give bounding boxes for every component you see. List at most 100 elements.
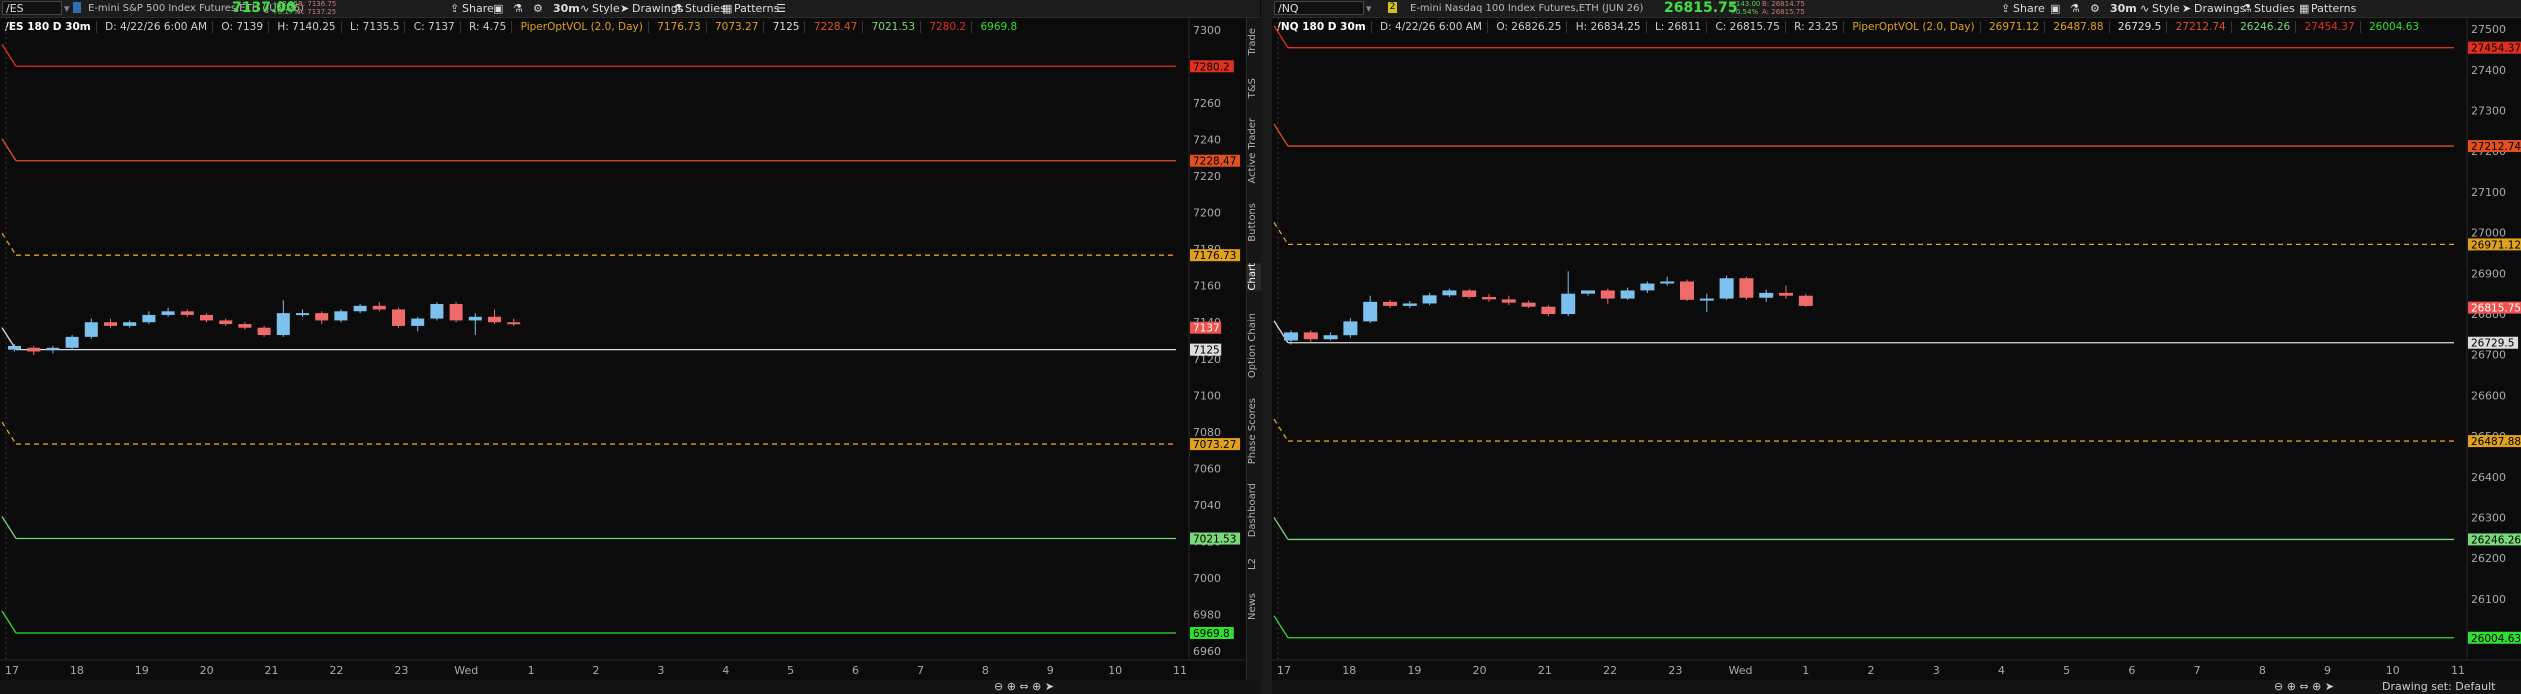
level-tag-label: 26487.88 — [2471, 436, 2521, 448]
sidebar-tab-buttons[interactable]: Buttons — [1247, 203, 1262, 242]
cursor-icon[interactable]: ➤ — [620, 0, 629, 17]
sidebar-tab-active-trader[interactable]: Active Trader — [1247, 118, 1262, 184]
candle-body — [257, 327, 271, 336]
cursor-icon[interactable]: ➤ — [2182, 0, 2191, 17]
level-intro-line — [1273, 517, 1289, 540]
gear-icon[interactable]: ⚙ — [533, 0, 543, 17]
chevron-down-icon[interactable]: ▾ — [1366, 0, 1372, 17]
studies-button[interactable]: Studies — [2254, 0, 2295, 17]
candle-body — [1759, 292, 1774, 298]
symbol-input[interactable]: /ES — [2, 1, 62, 15]
patterns-button[interactable]: Patterns — [734, 0, 779, 17]
studies-icon[interactable]: ⚗ — [2242, 0, 2252, 17]
style-button[interactable]: Style — [592, 0, 620, 17]
chart-panel-nq: /NQ ▾ 2 E-mini Nasdaq 100 Index Futures,… — [1272, 0, 2521, 694]
y-tick-label: 27000 — [2471, 227, 2506, 240]
chevron-down-icon[interactable]: ▾ — [64, 0, 70, 17]
style-icon[interactable]: ∿ — [580, 0, 589, 17]
scroll-controls[interactable]: ⊖ ⊕ ⇔ ⊕ ➤ — [2274, 680, 2334, 693]
style-button[interactable]: Style — [2152, 0, 2180, 17]
x-tick-label: 22 — [1603, 664, 1617, 677]
symbol-input[interactable]: /NQ — [1274, 1, 1364, 15]
patterns-icon[interactable]: ▦ — [2299, 0, 2309, 17]
x-tick-label: 20 — [200, 664, 214, 677]
level-tag-label: 7021.53 — [1193, 534, 1236, 546]
sidebar-tab-chart[interactable]: Chart — [1247, 263, 1262, 291]
drawing-set-label[interactable]: Drawing set: Default — [2382, 680, 2495, 693]
level-tag-label: 6969.8 — [1193, 628, 1230, 640]
menu-icon[interactable]: ☰ — [776, 0, 786, 17]
sidebar-tab-phase-scores[interactable]: Phase Scores — [1247, 398, 1262, 464]
candle-body — [104, 322, 117, 326]
candle-body — [161, 311, 175, 315]
x-tick-label: 7 — [2194, 664, 2201, 677]
y-tick-label: 27500 — [2471, 23, 2506, 36]
nq-candlestick-chart[interactable]: 2600026100262002630026400265002660026700… — [1272, 17, 2521, 680]
x-tick-label: 23 — [1668, 664, 1682, 677]
chart-footer: ⊖ ⊕ ⇔ ⊕ ➤ — [0, 680, 1260, 694]
level-tag-label: 7176.73 — [1193, 250, 1236, 262]
level-intro-line — [1, 610, 17, 634]
candle-body — [219, 320, 233, 325]
patterns-button[interactable]: Patterns — [2311, 0, 2356, 17]
drawings-button[interactable]: Drawings — [2194, 0, 2245, 17]
level-intro-line — [1273, 615, 1289, 639]
level-intro-line — [1, 138, 17, 162]
candle-body — [1600, 290, 1615, 299]
layout-icon[interactable]: ▣ — [493, 0, 503, 17]
share-button[interactable]: Share — [462, 0, 494, 17]
panel-divider[interactable] — [1261, 0, 1272, 694]
patterns-icon[interactable]: ▦ — [722, 0, 732, 17]
level-tag-label: 26971.12 — [2471, 239, 2521, 251]
x-tick-label: 4 — [1998, 664, 2005, 677]
candle-body — [65, 336, 79, 348]
candle-body — [1561, 293, 1576, 315]
y-tick-label: 6960 — [1193, 645, 1221, 658]
sidebar-tab-l2[interactable]: L2 — [1247, 558, 1262, 570]
y-tick-label: 27100 — [2471, 186, 2506, 199]
es-candlestick-chart[interactable]: 6960698070007020704070607080710071207140… — [0, 17, 1245, 680]
x-tick-label: Wed — [1729, 664, 1753, 677]
candle-body — [1699, 298, 1714, 301]
candle-body — [353, 305, 367, 312]
share-button[interactable]: Share — [2013, 0, 2045, 17]
level-tag-label: 27454.37 — [2471, 43, 2521, 55]
candle-body — [296, 313, 309, 316]
flask-icon[interactable]: ⚗ — [2070, 0, 2080, 17]
sidebar-tab-ts[interactable]: T&S — [1247, 78, 1262, 98]
candle-body — [1482, 296, 1496, 300]
sidebar-tab-dashboard[interactable]: Dashboard — [1247, 483, 1262, 537]
x-tick-label: 1 — [528, 664, 535, 677]
x-tick-label: 9 — [1047, 664, 1054, 677]
studies-button[interactable]: Studies — [685, 0, 726, 17]
ask-price: A: 26815.75 — [1762, 8, 1805, 16]
style-icon[interactable]: ∿ — [2140, 0, 2149, 17]
x-tick-label: 5 — [2063, 664, 2070, 677]
candle-body — [372, 305, 386, 310]
share-icon[interactable]: ⇪ — [450, 0, 459, 17]
scroll-controls[interactable]: ⊖ ⊕ ⇔ ⊕ ➤ — [994, 680, 1054, 693]
x-tick-label: 10 — [2386, 664, 2400, 677]
x-tick-label: 2 — [1868, 664, 1875, 677]
candle-body — [1660, 281, 1675, 284]
flask-icon[interactable]: ⚗ — [513, 0, 523, 17]
sidebar-tab-option-chain[interactable]: Option Chain — [1247, 313, 1262, 378]
x-tick-label: 5 — [787, 664, 794, 677]
candle-body — [1402, 303, 1417, 306]
y-tick-label: 7220 — [1193, 170, 1221, 183]
link-group-icon[interactable]: 2 — [1388, 2, 1397, 13]
y-tick-label: 26300 — [2471, 512, 2506, 525]
sidebar-tab-news[interactable]: News — [1247, 593, 1262, 620]
x-tick-label: 7 — [917, 664, 924, 677]
gear-icon[interactable]: ⚙ — [2090, 0, 2100, 17]
candle-body — [1640, 283, 1655, 291]
studies-icon[interactable]: ⚗ — [673, 0, 683, 17]
layout-icon[interactable]: ▣ — [2050, 0, 2060, 17]
interval-selector[interactable]: 30m — [2110, 0, 2137, 17]
level-tag-label: 27212.74 — [2471, 141, 2521, 153]
interval-selector[interactable]: 30m — [553, 0, 580, 17]
sidebar-tab-trade[interactable]: Trade — [1247, 28, 1262, 55]
share-icon[interactable]: ⇪ — [2001, 0, 2010, 17]
link-icon[interactable] — [73, 2, 81, 13]
level-intro-line — [1, 43, 17, 67]
